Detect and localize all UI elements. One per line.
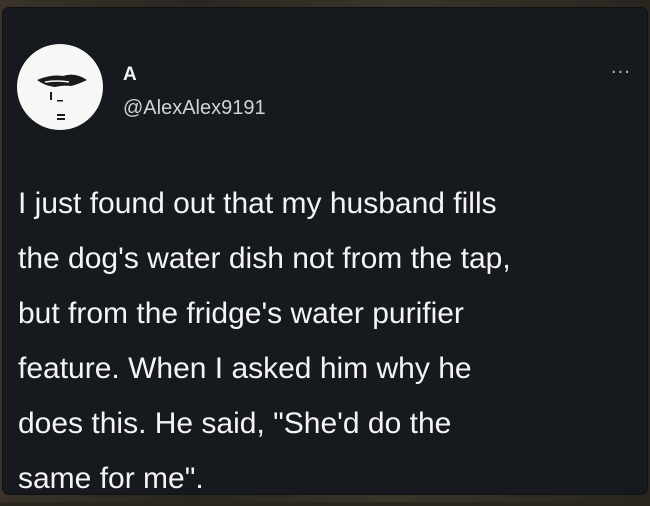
avatar-drawing [37,74,87,120]
tweet-text-line: feature. When I asked him why he [18,352,472,385]
tweet-text-line: same for me". [18,462,204,495]
author-handle[interactable]: @AlexAlex9191 [123,96,266,120]
tweet-text-line: the dog's water dish not from the tap, [18,242,511,275]
tweet-text-line: does this. He said, "She'd do the [18,407,452,440]
profile-avatar-icon[interactable] [17,44,103,130]
more-options-icon[interactable]: ··· [611,64,631,82]
tweet-text: I just found out that my husband fills t… [18,176,642,506]
photo-background: A @AlexAlex9191 ··· I just found out tha… [0,0,650,502]
author-name[interactable]: A [123,64,137,86]
tweet-text-line: but from the fridge's water purifier [18,297,464,330]
tweet-card: A @AlexAlex9191 ··· I just found out tha… [3,8,647,495]
tweet-text-line: I just found out that my husband fills [18,187,497,220]
